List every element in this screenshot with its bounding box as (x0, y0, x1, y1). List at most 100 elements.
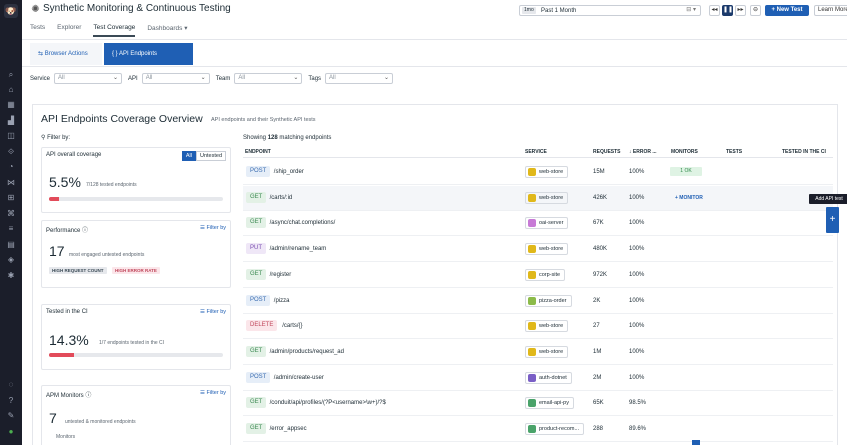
endpoint-path[interactable]: /register (270, 272, 292, 278)
team-select[interactable]: All ⌄ (234, 73, 303, 84)
service-pill[interactable]: auth-dotnet (525, 371, 572, 384)
add-monitor-link[interactable]: + MONITOR (675, 195, 703, 201)
scroll-indicator[interactable] (692, 440, 700, 445)
ci-value: 14.3% (49, 332, 89, 348)
table-row[interactable]: POST/ship_order web-store 15M 100% 1 OK (243, 160, 833, 185)
infrastructure-icon[interactable]: ◫ (6, 131, 16, 141)
service-name: pizza-order (539, 297, 567, 304)
apm-icon[interactable]: ⟐ (6, 147, 16, 157)
col-tests[interactable]: TESTS (726, 149, 742, 155)
col-error[interactable]: ↓ ERROR ... (629, 149, 657, 155)
search-icon[interactable]: ⌕ (6, 70, 16, 80)
endpoint-path[interactable]: /admin/products/request_ad (270, 349, 344, 355)
toggle-untested[interactable]: Untested (195, 151, 226, 161)
tab-test-coverage[interactable]: Test Coverage (93, 24, 136, 37)
endpoint-path[interactable]: /ship_order (274, 169, 304, 175)
table-row[interactable]: GET/async/chat.completions/oai-server 67K… (243, 211, 833, 237)
software-delivery-icon[interactable]: ⋈ (6, 178, 16, 188)
service-pill[interactable]: web-store (525, 320, 569, 333)
service-select[interactable]: All ⌄ (54, 73, 123, 84)
monitor-status-badge[interactable]: 1 OK (670, 167, 702, 176)
endpoint-path[interactable]: /admin/create-user (274, 375, 324, 381)
apm-monitors-label: Monitors (56, 434, 76, 440)
col-monitors[interactable]: MONITORS (671, 149, 698, 155)
apm-title: APM Monitors (46, 393, 84, 399)
endpoint-path[interactable]: /conduit/api/profiles/(?P<username>\w+)/… (270, 400, 386, 406)
showing-count: 128 (267, 135, 278, 141)
service-name: web-store (539, 169, 564, 175)
metrics-icon[interactable]: ▟ (6, 116, 16, 126)
new-test-button[interactable]: + New Test (765, 5, 809, 16)
datadog-logo-icon[interactable]: 🐶 (4, 4, 18, 18)
chat-icon[interactable]: ◌ (6, 380, 16, 390)
ci-filter-by[interactable]: ☰ Filter by (200, 309, 226, 315)
network-icon[interactable]: ⌘ (6, 209, 16, 219)
requests-value: 426K (593, 194, 608, 201)
service-pill[interactable]: product-recom... (525, 423, 585, 435)
endpoint-path[interactable]: /async/chat.completions/ (270, 220, 336, 226)
subtab-browser-actions[interactable]: ⇆ Browser Actions (30, 43, 102, 65)
toggle-all[interactable]: All (181, 151, 196, 161)
service-pill[interactable]: pizza-order (525, 294, 572, 307)
performance-filter-by[interactable]: ☰ Filter by (200, 225, 226, 231)
settings-icon[interactable]: ✎ (6, 411, 16, 421)
service-pill[interactable]: web-store (525, 191, 569, 204)
security-icon[interactable]: ⊞ (6, 193, 16, 203)
endpoint-path[interactable]: /carts/:id (270, 195, 293, 201)
step-back-button[interactable]: ◂◂ (709, 5, 720, 16)
tag-high-error-rate[interactable]: HIGH ERROR RATE (112, 267, 160, 274)
shield-icon[interactable]: ◈ (6, 255, 16, 265)
table-row[interactable]: GET/carts/:id web-store 426K 100% + MONITOR (243, 185, 833, 211)
table-row[interactable]: POST/admin/create-user auth-dotnet 2M 100% (243, 366, 833, 391)
table-row[interactable]: GET/register corp-site 972K 100% (243, 263, 833, 288)
service-select-value: All (58, 75, 65, 81)
tab-explorer[interactable]: Explorer (57, 24, 81, 37)
tab-tests[interactable]: Tests (30, 24, 45, 37)
endpoint-path[interactable]: /pizza (274, 298, 290, 304)
help-icon[interactable]: ? (6, 396, 16, 406)
col-service[interactable]: SERVICE (525, 149, 547, 155)
endpoint-path[interactable]: /error_appsec (270, 426, 307, 432)
table-row[interactable]: GET/error_appsec product-recom... 288 89.6% (243, 417, 833, 442)
digital-experience-icon[interactable]: ◔ (6, 162, 16, 172)
logs-icon[interactable]: ≡ (6, 224, 16, 234)
zoom-out-icon[interactable]: ⊖ (750, 5, 761, 16)
service-pill[interactable]: oai-server (525, 217, 569, 230)
endpoint-path[interactable]: /carts/{} (282, 323, 302, 329)
step-forward-button[interactable]: ▸▸ (735, 5, 746, 16)
tag-high-request-count[interactable]: HIGH REQUEST COUNT (49, 267, 107, 274)
cases-icon[interactable]: ▤ (6, 240, 16, 250)
service-pill[interactable]: corp-site (525, 268, 566, 281)
col-tested-in-ci[interactable]: TESTED IN THE CI (782, 149, 826, 155)
user-avatar-icon[interactable]: ● (6, 427, 16, 437)
pause-button[interactable]: ❚❚ (722, 5, 733, 16)
service-pill[interactable]: web-store (525, 166, 569, 178)
integrations-icon[interactable]: ✱ (6, 271, 16, 281)
endpoint-path[interactable]: /admin/rename_team (270, 246, 327, 252)
apm-filter-by[interactable]: ☰ Filter by (200, 390, 226, 396)
api-select[interactable]: All ⌄ (141, 73, 210, 84)
col-requests[interactable]: REQUESTS (593, 149, 621, 155)
tags-select[interactable]: All ⌄ (325, 73, 394, 84)
time-range-picker[interactable]: 1mo Past 1 Month ⊟ ▾ (519, 5, 701, 16)
table-row[interactable]: PUT/admin/rename_team web-store 480K 100% (243, 237, 833, 263)
filter-label-tags: Tags (308, 75, 322, 82)
service-pill[interactable]: web-store (525, 345, 569, 358)
add-api-test-button[interactable]: + (826, 207, 839, 233)
coverage-panel: API Endpoints Coverage Overview API endp… (32, 104, 847, 445)
col-endpoint[interactable]: ENDPOINT (245, 149, 271, 155)
tab-dashboards[interactable]: Dashboards ▾ (147, 24, 187, 37)
error-rate-value: 100% (629, 323, 645, 330)
dashboards-icon[interactable]: ▦ (6, 100, 16, 110)
learn-more-button[interactable]: Learn More ▾ (814, 5, 847, 16)
table-row[interactable]: GET/conduit/api/profiles/(?P<username>\w… (243, 391, 833, 417)
service-pill[interactable]: email-api-py (525, 397, 574, 410)
service-name: corp-site (539, 271, 561, 278)
service-pill[interactable]: web-store (525, 243, 569, 256)
subtab-api-endpoints[interactable]: { } API Endpoints (104, 43, 193, 65)
table-row[interactable]: DELETE/carts/{} web-store 27 100% (243, 314, 833, 340)
error-rate-value: 100% (629, 169, 645, 175)
home-icon[interactable]: ⌂ (6, 85, 16, 95)
table-row[interactable]: POST/pizza pizza-order 2K 100% (243, 289, 833, 314)
table-row[interactable]: GET/admin/products/request_ad web-store 1M… (243, 340, 833, 365)
